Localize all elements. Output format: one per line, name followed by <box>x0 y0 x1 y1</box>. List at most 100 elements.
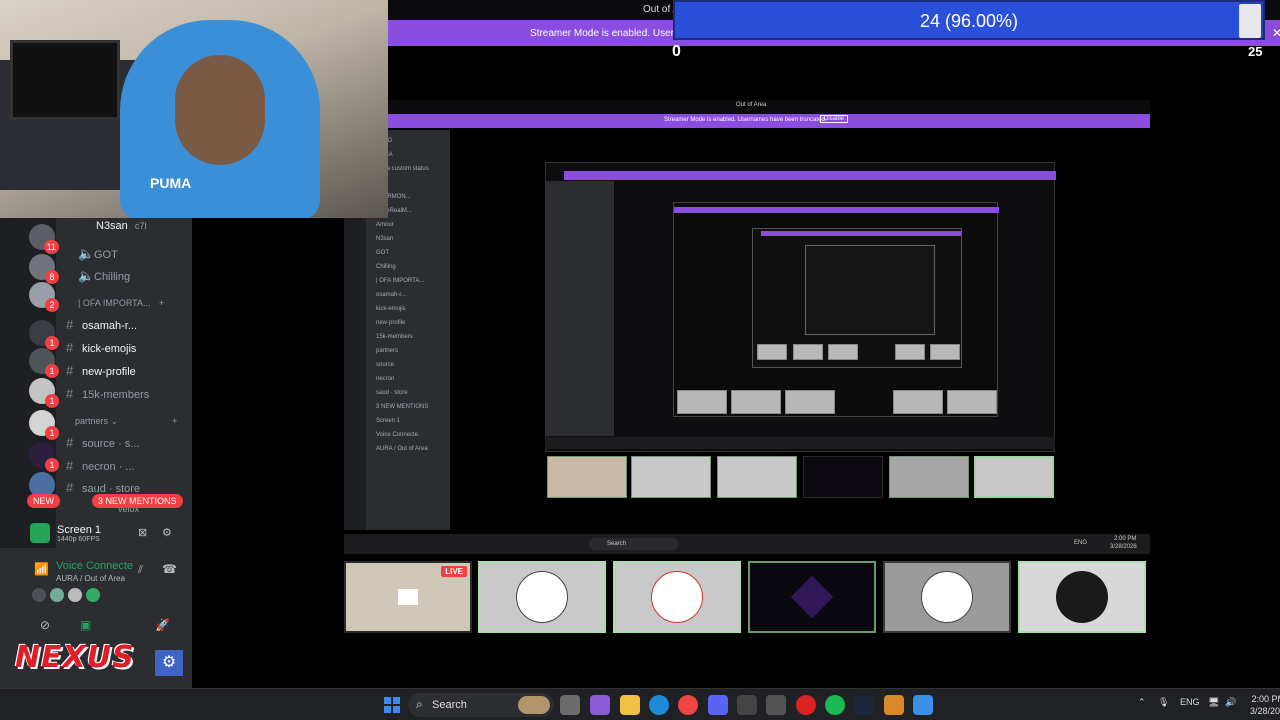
recursive-thumb <box>930 344 960 360</box>
nested-thumb-wolf[interactable] <box>803 456 883 498</box>
search-highlight-image <box>518 696 550 714</box>
taskbar-time: 2:00 PM <box>1251 694 1280 704</box>
shared-channel-item[interactable]: N3san <box>376 236 393 242</box>
noise-suppression-icon[interactable]: ⫽ <box>138 564 143 577</box>
activity-avatar[interactable] <box>86 588 100 602</box>
voice-channel-got[interactable]: 🔈GOT <box>78 246 118 262</box>
stream-tile-anime[interactable] <box>1018 561 1146 633</box>
camera-off-icon[interactable]: ⊘ <box>40 618 50 632</box>
server-icon[interactable]: 1 <box>29 320 59 350</box>
shared-channel-item[interactable]: | OFA IMPORTA... <box>376 278 424 284</box>
channel-osamah[interactable]: # osamah-r... <box>66 317 137 332</box>
shared-channel-item[interactable]: Chilling <box>376 264 396 270</box>
new-mentions-pill[interactable]: 3 NEW MENTIONS <box>92 494 183 508</box>
taskbar-search[interactable]: ⌕ Search <box>408 693 554 717</box>
channel-label: source · s... <box>82 438 140 450</box>
channel-source[interactable]: # source · s... <box>66 435 139 450</box>
shared-channel-item[interactable]: source <box>376 362 394 368</box>
server-icon[interactable]: 1 <box>29 442 59 472</box>
voice-channel-chilling[interactable]: 🔈Chilling <box>78 268 130 284</box>
volume-icon[interactable]: 🔊 <box>1225 697 1236 708</box>
disconnect-icon[interactable]: ☎ <box>162 562 177 576</box>
nested-thumb-king[interactable] <box>889 456 969 498</box>
stream-tile-skull[interactable] <box>613 561 741 633</box>
app-icon[interactable] <box>884 695 904 715</box>
user-settings-gear-icon[interactable]: ⚙ <box>155 650 183 676</box>
server-icon[interactable]: 11 <box>29 224 59 254</box>
shared-channel-item[interactable]: kick-emojis <box>376 306 406 312</box>
share-screen-icon[interactable]: ▣ <box>80 618 91 632</box>
taskbar-lang[interactable]: ENG <box>1180 697 1200 707</box>
discord-icon[interactable] <box>708 695 728 715</box>
shared-channel-item[interactable]: Screen 1 <box>376 418 400 424</box>
stream-tile-wolf[interactable] <box>748 561 876 633</box>
voice-user-n3san[interactable]: N3san c7I <box>96 220 147 232</box>
stop-stream-icon[interactable]: ⊠ <box>138 526 147 539</box>
nested-thumb-ronin[interactable] <box>631 456 711 498</box>
shared-channel-item[interactable]: new-profile <box>376 320 405 326</box>
channel-15k-members[interactable]: #15k-members <box>66 386 149 401</box>
app-icon[interactable] <box>913 695 933 715</box>
screen-share-icon <box>30 523 50 543</box>
shared-channel-item[interactable]: Voice Connecte <box>376 432 418 438</box>
activity-avatar[interactable] <box>32 588 46 602</box>
stream-tile-king[interactable] <box>883 561 1011 633</box>
edge-icon[interactable] <box>649 695 669 715</box>
shared-channel-item[interactable]: Amour <box>376 222 394 228</box>
tray-chevron-icon[interactable]: ⌃ <box>1138 697 1146 708</box>
taskbar-clock[interactable]: 2:00 PM 3/28/202 <box>1250 693 1280 717</box>
goal-max-value: 25 <box>1248 44 1263 59</box>
new-badge[interactable]: NEW <box>27 494 60 508</box>
shared-channel-item[interactable]: 3 NEW MENTIONS <box>376 404 428 410</box>
nested-thumb-live[interactable] <box>547 456 627 498</box>
category-ofa-important[interactable]: | OFA IMPORTA... + <box>78 298 164 308</box>
stream-tile-live[interactable]: LIVE <box>344 561 472 633</box>
shared-disable-button[interactable]: Disable <box>820 115 849 123</box>
app-icon[interactable] <box>737 695 757 715</box>
recursive-thumb <box>785 390 835 414</box>
nexus-logo: NEXUS <box>15 640 135 675</box>
windows-start-icon[interactable] <box>384 697 400 713</box>
microphone-icon[interactable]: 🎙 <box>1158 697 1169 708</box>
copilot-icon[interactable] <box>590 695 610 715</box>
shared-channel-item[interactable]: 15k-members <box>376 334 413 340</box>
channel-necron[interactable]: # necron · ... <box>66 458 135 473</box>
opera-icon[interactable] <box>796 695 816 715</box>
channel-kick-emojis[interactable]: # kick-emojis <box>66 340 136 355</box>
server-icon[interactable]: 1 <box>29 378 59 408</box>
server-icon[interactable]: 1 <box>29 410 59 440</box>
shared-channel-item[interactable]: necron <box>376 376 394 382</box>
shared-channel-item[interactable]: GOT <box>376 250 389 256</box>
activity-avatar[interactable] <box>68 588 82 602</box>
add-channel-icon[interactable]: + <box>159 298 164 308</box>
network-icon[interactable]: 🖥 <box>1208 697 1219 708</box>
recursive-thumb <box>677 390 727 414</box>
file-explorer-icon[interactable] <box>620 695 640 715</box>
server-icon[interactable]: 8 <box>29 254 59 284</box>
signal-icon: 📶 <box>34 562 49 576</box>
server-icon[interactable]: 1 <box>29 348 59 378</box>
shared-taskbar-search[interactable]: Search <box>589 538 679 550</box>
task-view-icon[interactable] <box>560 695 580 715</box>
add-channel-icon[interactable]: + <box>172 416 177 426</box>
channel-saud-store[interactable]: # saud · store <box>66 480 140 495</box>
shared-channel-item[interactable]: osamah-r... <box>376 292 406 298</box>
banner-close-icon[interactable]: ✕ <box>1272 26 1280 40</box>
steam-icon[interactable] <box>854 695 874 715</box>
nested-thumb-skull[interactable] <box>717 456 797 498</box>
server-icon[interactable]: 2 <box>29 282 59 312</box>
activities-icon[interactable]: 🚀 <box>155 618 170 632</box>
chrome-icon[interactable] <box>678 695 698 715</box>
nested-thumb-anime[interactable] <box>974 456 1054 498</box>
stream-tile-ronin[interactable] <box>478 561 606 633</box>
activity-avatar[interactable] <box>50 588 64 602</box>
shared-channel-item[interactable]: AURA / Out of Area <box>376 446 428 452</box>
shared-channel-item[interactable]: saud · store <box>376 390 408 396</box>
channel-new-profile[interactable]: # new-profile <box>66 363 136 378</box>
spotify-icon[interactable] <box>825 695 845 715</box>
stream-settings-icon[interactable]: ⚙ <box>162 526 172 539</box>
category-partners[interactable]: partners ⌄ + <box>75 416 177 427</box>
obs-icon[interactable] <box>766 695 786 715</box>
shared-channel-item[interactable]: partners <box>376 348 398 354</box>
recursive-thumb <box>895 344 925 360</box>
